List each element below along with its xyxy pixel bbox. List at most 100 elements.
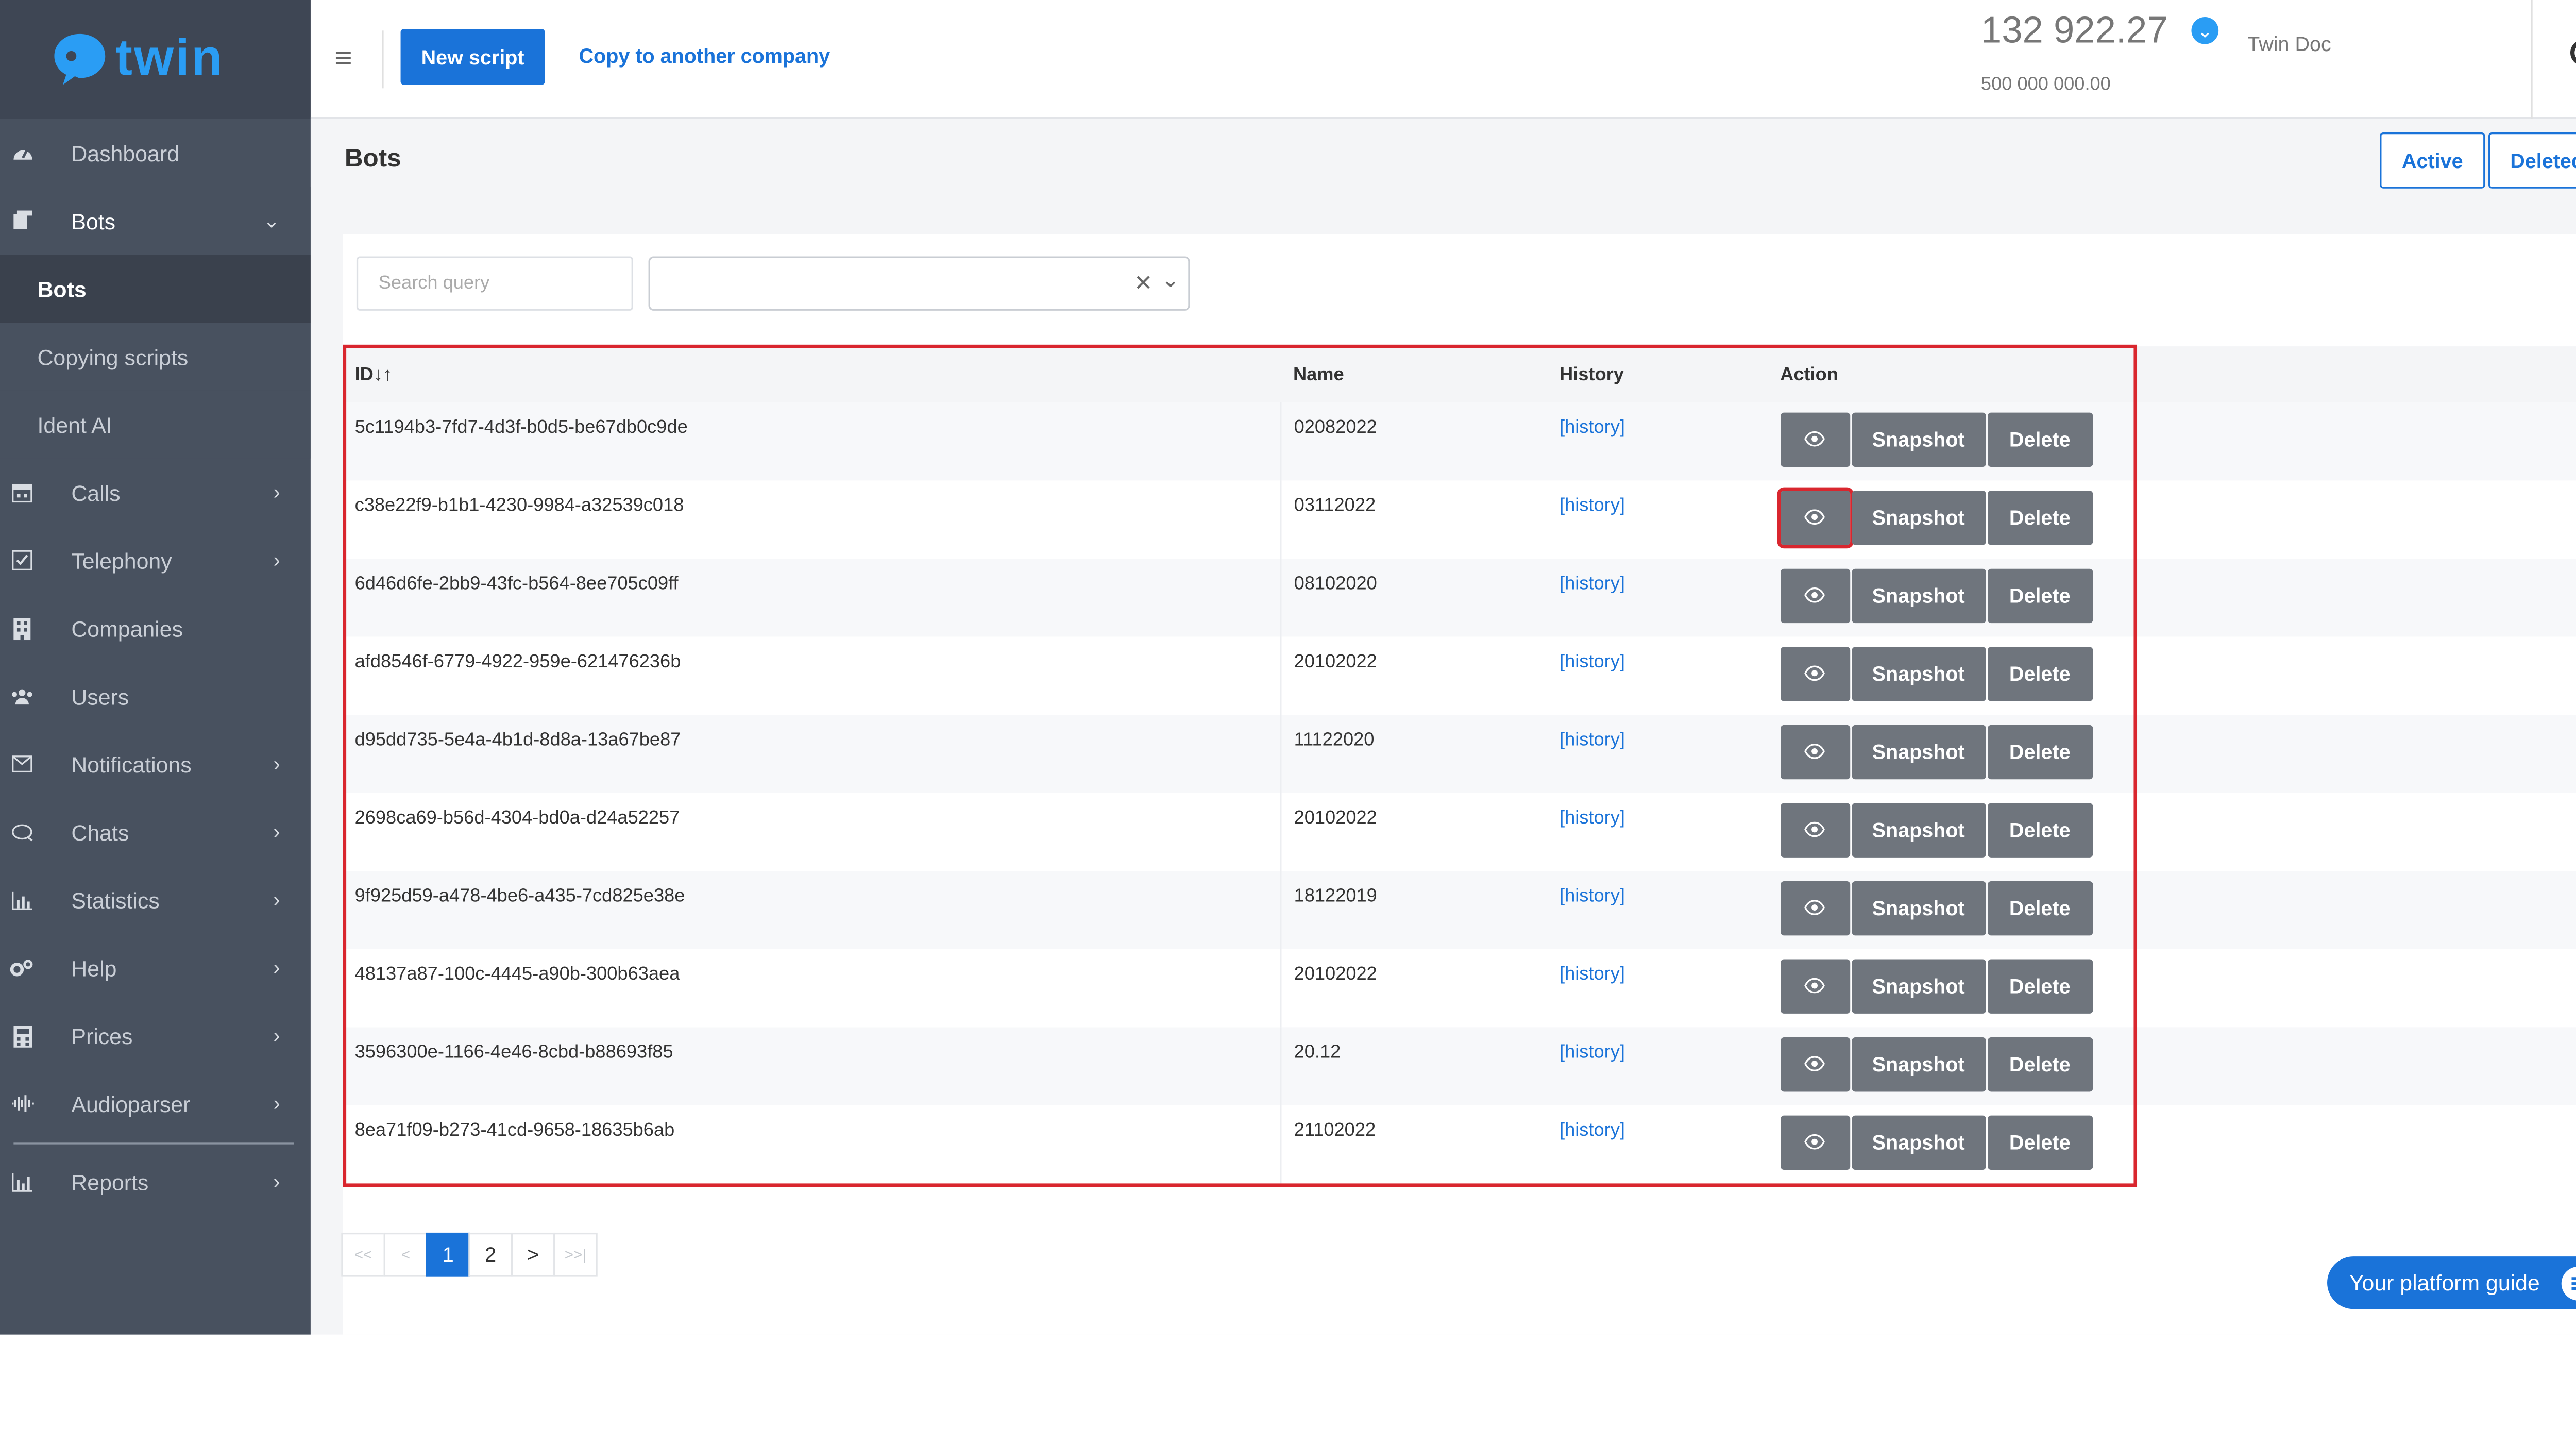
sidebar-item-calls[interactable]: Calls › <box>0 459 311 527</box>
bot-id: 6d46d6fe-2bb9-43fc-b564-8ee705c09ff <box>343 558 1281 637</box>
pagination-prev[interactable]: < <box>383 1232 428 1277</box>
gears-icon <box>10 956 34 980</box>
sidebar-item-notifications[interactable]: Notifications › <box>0 730 311 798</box>
delete-button[interactable]: Delete <box>1987 647 2093 701</box>
table-row: 6d46d6fe-2bb9-43fc-b564-8ee705c09ff 08102… <box>343 558 2576 637</box>
sidebar-item-prices[interactable]: Prices › <box>0 1002 311 1070</box>
bot-name: 20102022 <box>1280 636 1548 715</box>
new-script-button[interactable]: New script <box>400 29 545 85</box>
history-link[interactable]: [history] <box>1560 574 1625 595</box>
view-eye-icon-button[interactable] <box>1780 1115 1850 1170</box>
table-row: d95dd735-5e4a-4b1d-8d8a-13a67be87 1112202… <box>343 715 2576 793</box>
delete-button[interactable]: Delete <box>1987 1037 2093 1092</box>
history-link[interactable]: [history] <box>1560 808 1625 829</box>
bot-id: 5c1194b3-7fd7-4d3f-b0d5-be67db0c9de <box>343 402 1281 481</box>
history-cell: [history] <box>1547 793 1769 871</box>
sidebar-item-reports[interactable]: Reports › <box>0 1150 311 1214</box>
delete-button[interactable]: Delete <box>1987 725 2093 780</box>
copy-to-another-company-link[interactable]: Copy to another company <box>579 44 830 68</box>
view-eye-icon-button[interactable] <box>1780 647 1850 701</box>
history-link[interactable]: [history] <box>1560 730 1625 751</box>
pagination-next[interactable]: > <box>511 1232 555 1277</box>
column-header-id[interactable]: ID↓↑ <box>343 346 1281 402</box>
search-input[interactable] <box>356 256 633 311</box>
filter-deleted-button[interactable]: Deleted <box>2488 132 2576 189</box>
sidebar-item-label: Telephony <box>71 547 172 573</box>
sidebar-item-statistics[interactable]: Statistics › <box>0 866 311 934</box>
pagination-page-2[interactable]: 2 <box>468 1232 513 1277</box>
snapshot-button[interactable]: Snapshot <box>1851 881 1986 936</box>
snapshot-button[interactable]: Snapshot <box>1851 803 1986 858</box>
action-cell: Snapshot Delete <box>1768 949 2576 1028</box>
pagination-last[interactable]: >>| <box>553 1232 598 1277</box>
chevron-down-icon[interactable]: ⌄ <box>1161 266 1180 294</box>
sidebar-item-audioparser[interactable]: Audioparser › <box>0 1070 311 1138</box>
filter-active-button[interactable]: Active <box>2380 132 2485 189</box>
hamburger-menu-icon[interactable]: ≡ <box>334 41 352 76</box>
view-eye-icon-button[interactable] <box>1780 803 1850 858</box>
bot-id: 2698ca69-b56d-4304-bd0a-d24a52257 <box>343 793 1281 871</box>
snapshot-button[interactable]: Snapshot <box>1851 491 1986 545</box>
balance-limit: 500 000 000.00 <box>1980 74 2111 95</box>
history-link[interactable]: [history] <box>1560 496 1625 516</box>
delete-button[interactable]: Delete <box>1987 568 2093 624</box>
history-link[interactable]: [history] <box>1560 417 1625 438</box>
view-eye-icon-button[interactable] <box>1780 412 1850 467</box>
sidebar-subitem-ident-ai[interactable]: Ident AI <box>0 390 311 459</box>
sidebar-item-dashboard[interactable]: Dashboard <box>0 119 311 187</box>
history-link[interactable]: [history] <box>1560 1043 1625 1063</box>
snapshot-button[interactable]: Snapshot <box>1851 1037 1986 1092</box>
view-eye-icon-button[interactable] <box>1780 725 1850 780</box>
search-icon[interactable] <box>2568 37 2576 83</box>
user-name[interactable]: Twin Doc <box>2247 32 2331 56</box>
sidebar-item-label: Help <box>71 955 117 981</box>
delete-button[interactable]: Delete <box>1987 1115 2093 1170</box>
sidebar-item-chats[interactable]: Chats › <box>0 798 311 866</box>
view-eye-icon-button[interactable] <box>1780 959 1850 1014</box>
pagination-page-1[interactable]: 1 <box>426 1232 470 1277</box>
envelope-icon <box>10 752 34 776</box>
history-link[interactable]: [history] <box>1560 652 1625 673</box>
sidebar-item-telephony[interactable]: Telephony › <box>0 526 311 594</box>
history-link[interactable]: [history] <box>1560 1121 1625 1141</box>
view-eye-icon-button[interactable] <box>1780 1037 1850 1092</box>
sort-icon[interactable]: ↓↑ <box>374 364 392 385</box>
view-eye-icon-button[interactable] <box>1780 568 1850 624</box>
sidebar-item-bots[interactable]: Bots ⌄ <box>0 187 311 255</box>
snapshot-button[interactable]: Snapshot <box>1851 959 1986 1014</box>
bot-name: 08102020 <box>1280 558 1548 637</box>
pagination-first[interactable]: << <box>341 1232 385 1277</box>
sidebar-item-help[interactable]: Help › <box>0 934 311 1002</box>
chat-icon <box>10 820 34 844</box>
history-link[interactable]: [history] <box>1560 964 1625 985</box>
history-cell: [history] <box>1547 1105 1769 1184</box>
snapshot-button[interactable]: Snapshot <box>1851 647 1986 701</box>
history-link[interactable]: [history] <box>1560 886 1625 907</box>
logo[interactable]: twin <box>0 0 311 119</box>
snapshot-button[interactable]: Snapshot <box>1851 412 1986 467</box>
delete-button[interactable]: Delete <box>1987 803 2093 858</box>
pagination: << < 1 2 > >>| <box>341 1232 598 1277</box>
logo-text: twin <box>115 30 224 87</box>
snapshot-button[interactable]: Snapshot <box>1851 725 1986 780</box>
action-cell: Snapshot Delete <box>1768 558 2576 637</box>
chevron-down-circle-icon[interactable]: ⌄ <box>2191 16 2219 44</box>
table-row: 9f925d59-a478-4be6-a435-7cd825e38e 181220… <box>343 871 2576 949</box>
snapshot-button[interactable]: Snapshot <box>1851 1115 1986 1170</box>
delete-button[interactable]: Delete <box>1987 412 2093 467</box>
delete-button[interactable]: Delete <box>1987 959 2093 1014</box>
chevron-right-icon: › <box>273 888 280 912</box>
sidebar-item-companies[interactable]: Companies <box>0 594 311 662</box>
snapshot-button[interactable]: Snapshot <box>1851 568 1986 624</box>
clear-icon[interactable]: ✕ <box>1134 270 1153 297</box>
filter-select[interactable]: ✕ ⌄ <box>648 256 1190 311</box>
sidebar-subitem-bots[interactable]: Bots <box>0 255 311 323</box>
sidebar-subitem-copying-scripts[interactable]: Copying scripts <box>0 322 311 391</box>
delete-button[interactable]: Delete <box>1987 491 2093 545</box>
delete-button[interactable]: Delete <box>1987 881 2093 936</box>
view-eye-icon-button[interactable] <box>1776 487 1853 549</box>
chevron-right-icon: › <box>273 548 280 573</box>
sidebar-item-users[interactable]: Users <box>0 662 311 730</box>
platform-guide-button[interactable]: Your platform guide <box>2327 1256 2576 1309</box>
view-eye-icon-button[interactable] <box>1780 881 1850 936</box>
